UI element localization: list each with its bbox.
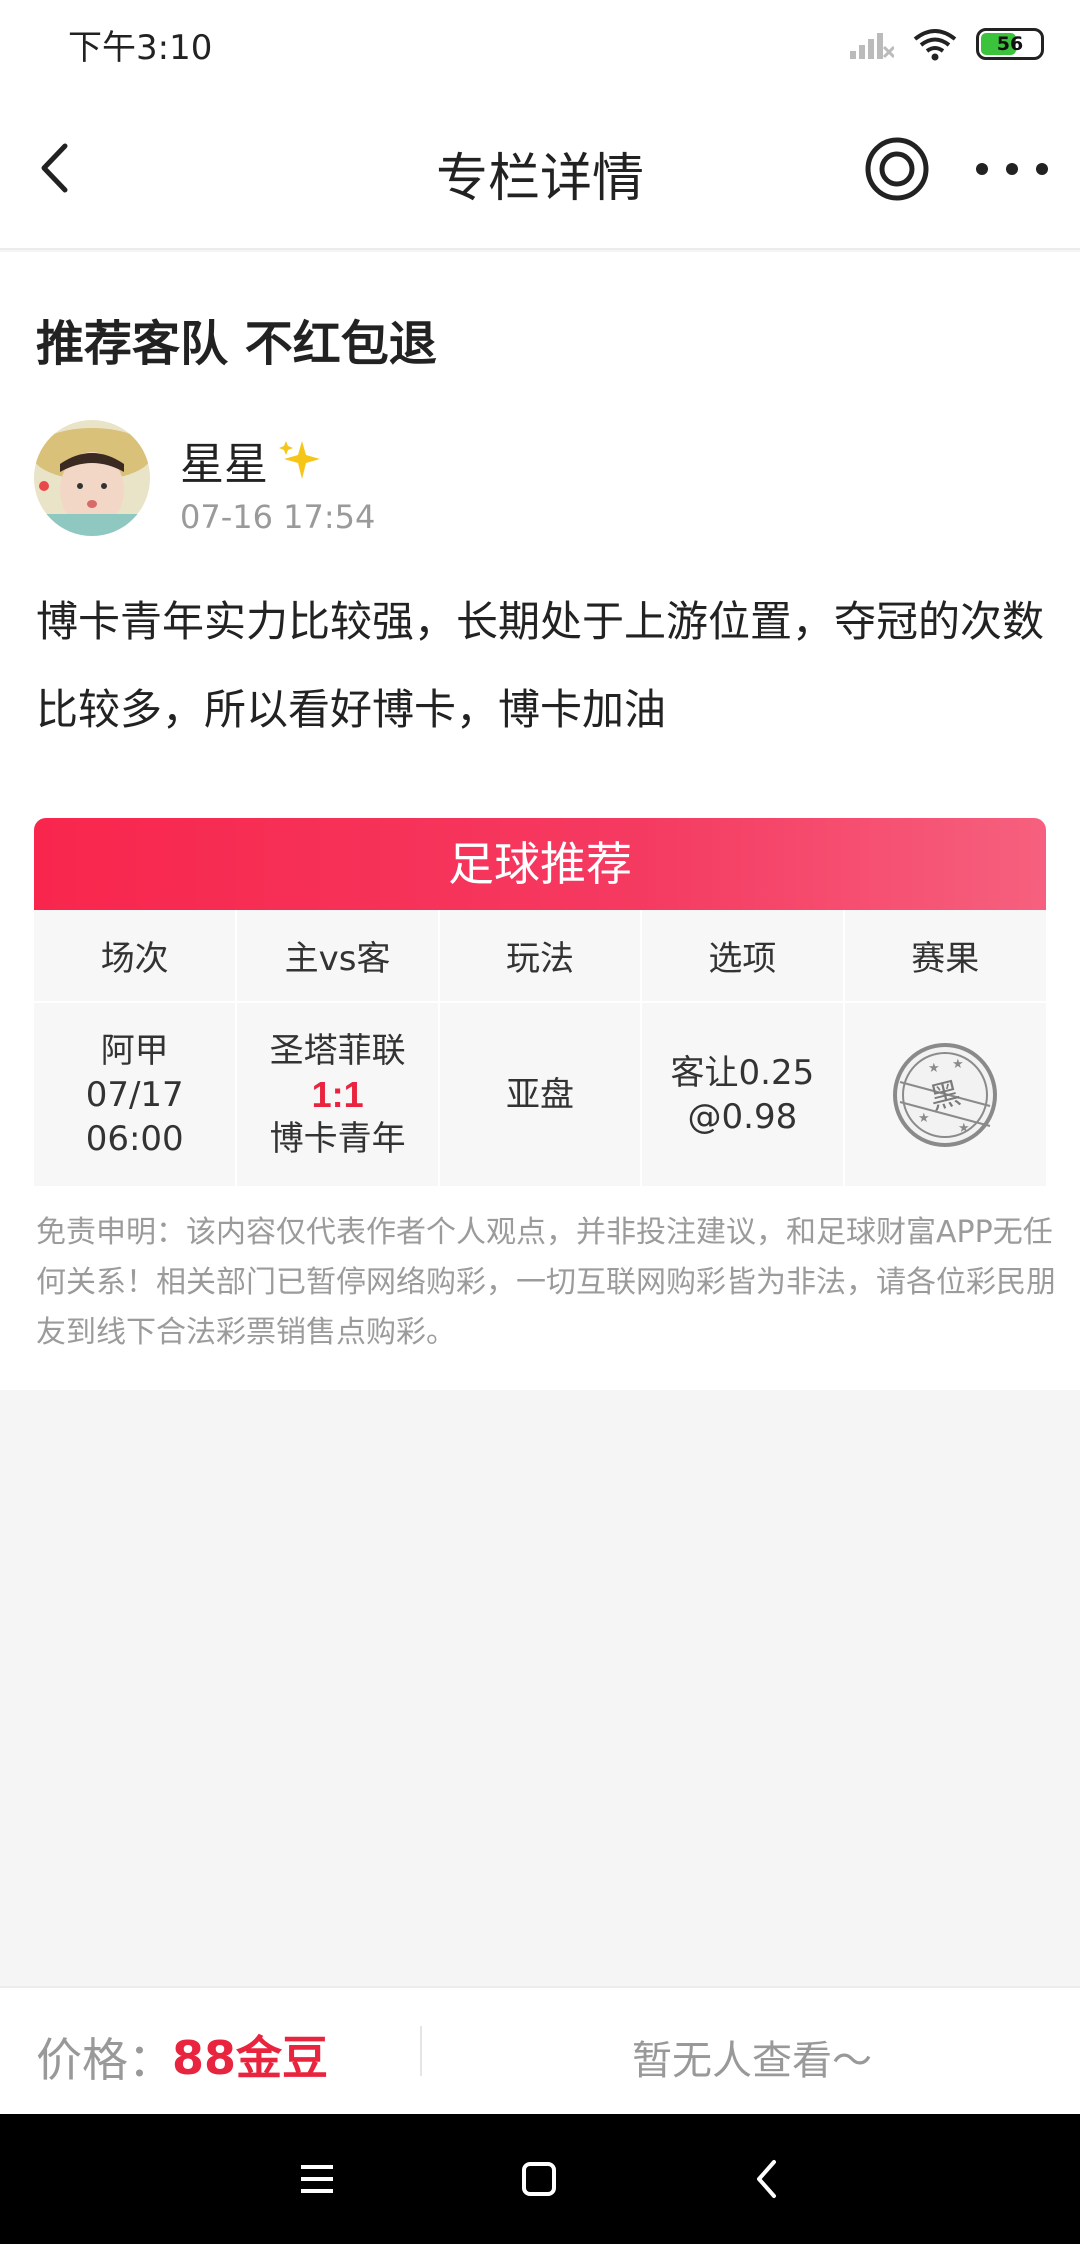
disclaimer: 免责申明：该内容仅代表作者个人观点，并非投注建议，和足球财富APP无任何关系！相…	[36, 1215, 1056, 1350]
nav-bar: 专栏详情	[0, 86, 1080, 250]
option-odds: @0.98	[687, 1096, 798, 1137]
battery-level: 56	[996, 33, 1024, 55]
teams-cell: 圣塔菲联 1:1 博卡青年	[236, 1002, 440, 1186]
menu-icon	[301, 2165, 333, 2193]
home-square-icon	[522, 2162, 556, 2196]
recommendation-table: 场次 主vs客 玩法 选项 赛果 阿甲 07/17 06:00 圣塔菲联 1:1…	[34, 910, 1046, 1186]
signal-icon	[850, 33, 894, 59]
play-cell: 亚盘	[438, 1002, 643, 1186]
more-button[interactable]	[976, 156, 1048, 182]
more-dot	[976, 163, 988, 175]
result-stamp-icon: 黑 ★ ★ ★ ★	[893, 1042, 998, 1147]
price-label: 价格：	[36, 2033, 174, 2087]
battery-icon: 56	[976, 28, 1044, 60]
svg-text:★: ★	[958, 1121, 970, 1136]
column-header: 玩法	[438, 910, 643, 1003]
author-name: 星星	[180, 439, 268, 490]
more-dot	[1036, 163, 1048, 175]
price-value[interactable]: 88金豆	[172, 2022, 328, 2088]
author-name-row: 星星	[180, 428, 324, 492]
result-cell: 黑 ★ ★ ★ ★	[844, 1002, 1046, 1186]
viewers-text: 暂无人查看～	[632, 2038, 872, 2084]
divider	[420, 2026, 422, 2076]
match-date: 07/17	[85, 1074, 184, 1115]
menu-button[interactable]	[292, 2154, 342, 2204]
away-team: 博卡青年	[269, 1118, 406, 1159]
match-time: 06:00	[85, 1118, 184, 1159]
avatar-image	[34, 420, 150, 536]
match-score: 1:1	[311, 1073, 364, 1115]
more-dot	[1006, 163, 1018, 175]
article-content: 推荐客队 不红包退 星星 07-16 17:54 博卡青年实力比较强，长期处于上…	[0, 252, 1080, 1390]
column-header: 场次	[34, 910, 238, 1003]
option-line: 客让0.25	[670, 1052, 815, 1093]
sparkle-icon	[279, 441, 320, 479]
article-body: 博卡青年实力比较强，长期处于上游位置，夺冠的次数比较多，所以看好博卡，博卡加油	[36, 597, 1045, 734]
column-header: 主vs客	[236, 910, 440, 1003]
play-type: 亚盘	[505, 1074, 574, 1115]
option-cell: 客让0.25 @0.98	[641, 1002, 845, 1186]
svg-text:★: ★	[952, 1057, 964, 1072]
match-cell: 阿甲 07/17 06:00	[34, 1002, 238, 1186]
table-row[interactable]: 阿甲 07/17 06:00 圣塔菲联 1:1 博卡青年 亚盘 客让0.25 @…	[34, 1002, 1046, 1186]
sys-back-icon	[757, 2160, 776, 2198]
post-time: 07-16 17:54	[180, 498, 376, 536]
table-header-row: 场次 主vs客 玩法 选项 赛果	[34, 910, 1046, 1003]
avatar[interactable]	[34, 420, 150, 536]
system-nav-bar	[0, 2114, 1080, 2244]
target-icon	[865, 137, 929, 201]
status-bar: 下午3:10 56	[0, 0, 1080, 86]
recommendation-card: 足球推荐 场次 主vs客 玩法 选项 赛果 阿甲 07/17 06:00 圣塔菲…	[34, 818, 1046, 1186]
league-name: 阿甲	[100, 1030, 169, 1071]
svg-text:★: ★	[918, 1111, 930, 1126]
status-time: 下午3:10	[68, 28, 213, 68]
svg-text:★: ★	[928, 1061, 940, 1076]
column-header: 赛果	[843, 910, 1046, 1003]
bottom-bar: 价格： 88金豆 暂无人查看～	[0, 1986, 1080, 2114]
target-button[interactable]	[864, 136, 930, 202]
system-back-button[interactable]	[742, 2154, 792, 2204]
status-icons: 56	[850, 24, 1044, 64]
home-button[interactable]	[514, 2154, 564, 2204]
column-header: 选项	[641, 910, 845, 1003]
recommendation-header: 足球推荐	[34, 818, 1046, 910]
article-title: 推荐客队 不红包退	[36, 316, 437, 372]
home-team: 圣塔菲联	[269, 1030, 406, 1071]
wifi-icon	[913, 29, 957, 61]
